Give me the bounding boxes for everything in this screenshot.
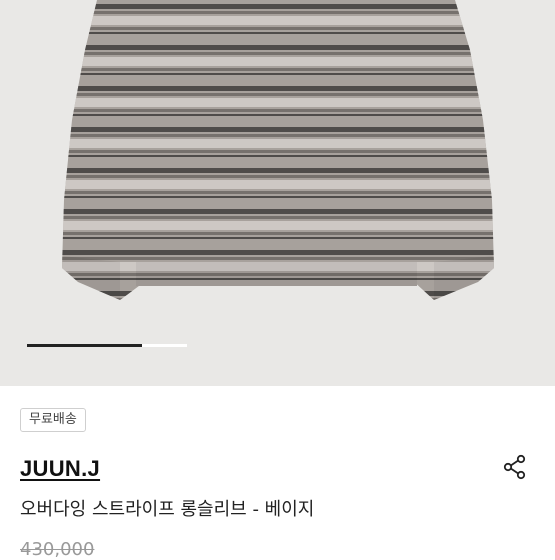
shirt-stripe [62,45,494,50]
shirt-stripe [62,73,494,75]
shirt-stripe [62,291,494,296]
shirt-stripe [62,57,494,66]
brand-link[interactable]: JUUN.J [20,456,100,482]
slide-indicator-progress [27,344,143,347]
shirt-stripe [62,68,494,71]
shirt-stripe [62,127,494,132]
shirt-stripe [62,150,494,153]
shirt-stripe [62,232,494,235]
shirt-stripe [62,250,494,255]
shirt-stripe [62,16,494,25]
shirt-image [0,0,555,321]
shirt-stripe [62,155,494,157]
slide-indicator [27,344,187,347]
shirt-stripe [0,303,555,312]
shirt-stripe [62,93,494,96]
shirt-stripe [62,191,494,194]
shirt-stripe [62,196,494,198]
shirt-stripe [62,209,494,214]
share-icon [503,454,526,480]
shirt-stripe [0,319,555,321]
shirt-stripe [62,298,494,300]
shirt-stripe [62,32,494,34]
shirt-stripe [62,52,494,55]
shirt-stripe [62,168,494,173]
shirt-stripe [62,237,494,239]
shirt-stripe [62,109,494,112]
shirt-stripe [62,11,494,14]
product-title: 오버다잉 스트라이프 롱슬리브 - 베이지 [20,499,315,520]
shirt-stripe [62,114,494,116]
share-button[interactable] [500,452,530,482]
shirt-stripe [62,4,494,9]
shirt-stripe [62,86,494,91]
shirt-stripe [62,134,494,137]
shirt-stripe [0,314,555,317]
shirt-stripe [62,175,494,178]
shirt-stripe [62,221,494,230]
shirt-stripe [62,98,494,107]
original-price: 430,000 [20,539,95,560]
shirt-stripe [62,139,494,148]
shirt-stripe [62,27,494,30]
shirt-stripe [62,216,494,219]
product-image[interactable] [0,0,555,386]
shirt-stripe [62,180,494,189]
free-shipping-badge: 무료배송 [20,408,86,432]
